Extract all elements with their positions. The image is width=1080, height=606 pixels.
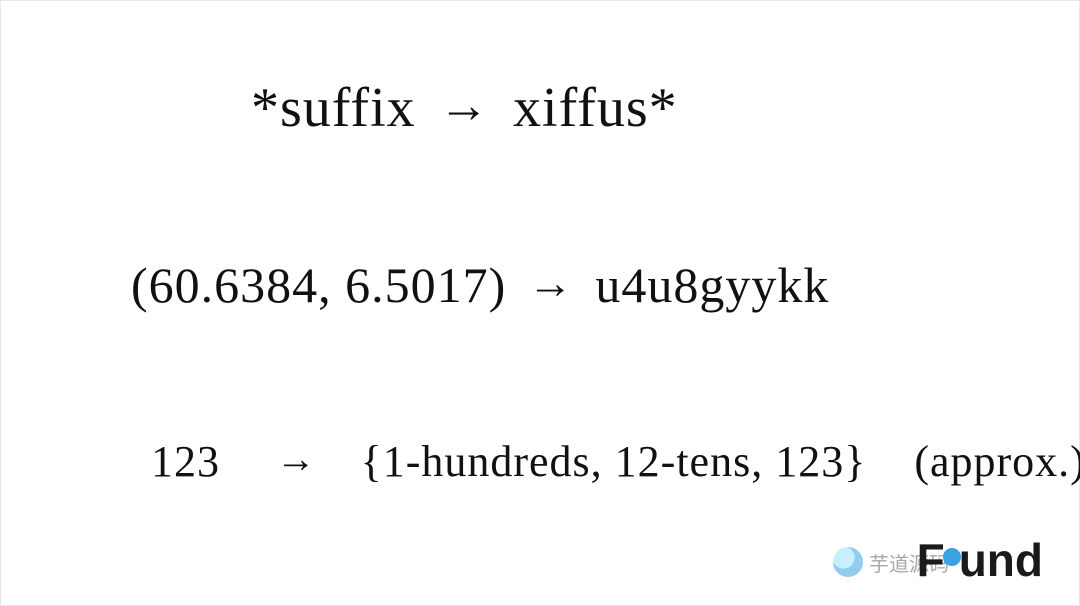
latitude: 60.6384 <box>149 257 319 313</box>
token-hundreds: 1-hundreds <box>383 437 591 486</box>
longitude: 6.5017 <box>345 257 489 313</box>
arrow-icon: → <box>520 257 582 309</box>
whiteboard: *suffix → xiffus* (60.6384, 6.5017) → u4… <box>0 0 1080 606</box>
coord-separator: , <box>318 257 345 313</box>
example-suffix-reversal: *suffix → xiffus* <box>251 76 678 140</box>
logo-letter-f: F <box>917 533 945 587</box>
watermark-icon <box>833 547 863 577</box>
found-logo: F und <box>917 533 1043 587</box>
word-xiffus: xiffus <box>513 77 649 139</box>
comma: , <box>751 437 775 486</box>
example-numeric-tokens: 123 → {1-hundreds, 12-tens, 123} (approx… <box>151 436 1080 487</box>
paren-close: ) <box>489 257 507 313</box>
word-suffix: suffix <box>280 77 416 139</box>
asterisk-right: * <box>649 77 678 139</box>
approx-note: (approx.) <box>914 437 1080 486</box>
number-value: 123 <box>151 437 220 486</box>
geohash-value: u4u8gyykk <box>595 257 829 313</box>
comma: , <box>591 437 615 486</box>
brace-open: { <box>361 437 383 486</box>
brace-close: } <box>844 437 866 486</box>
example-geohash: (60.6384, 6.5017) → u4u8gyykk <box>131 256 829 314</box>
arrow-icon: → <box>268 436 325 482</box>
asterisk-left: * <box>251 77 280 139</box>
logo-letters-rest: und <box>959 533 1043 587</box>
paren-open: ( <box>131 257 149 313</box>
arrow-icon: → <box>431 76 498 134</box>
token-raw: 123 <box>775 437 844 486</box>
token-tens: 12-tens <box>615 437 752 486</box>
